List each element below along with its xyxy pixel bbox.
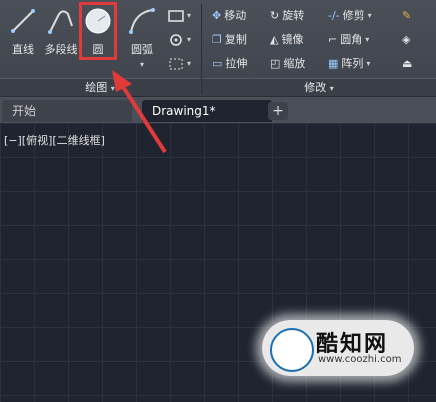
watermark: 酷知网 www.coozhi.com bbox=[262, 320, 414, 376]
watermark-logo bbox=[270, 328, 314, 372]
watermark-url: www.coozhi.com bbox=[318, 354, 402, 365]
